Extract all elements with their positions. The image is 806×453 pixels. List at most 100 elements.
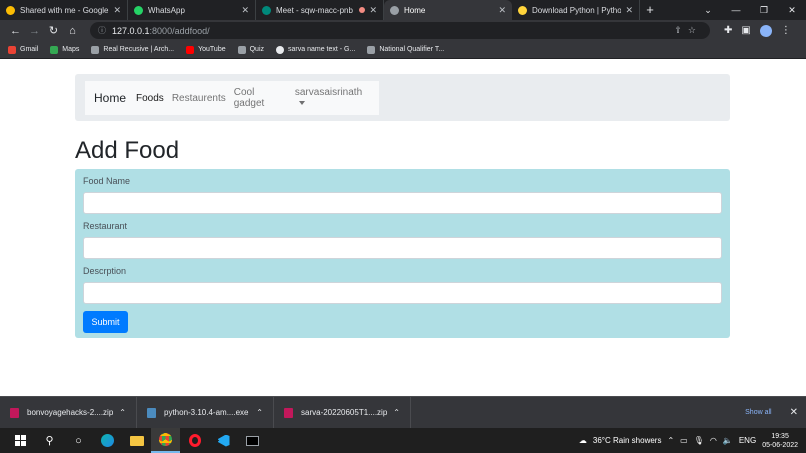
close-tab-icon[interactable]: ✕ [625,5,633,16]
profile-avatar[interactable] [759,24,772,37]
browser-tab-active[interactable]: Home ✕ [384,0,512,20]
zip-file-icon [284,407,293,418]
home-icon[interactable]: ⌂ [63,25,82,37]
weather-text[interactable]: 36°C Rain showers [593,436,662,445]
menu-icon[interactable]: ⋮ [781,25,791,36]
tab-search-icon[interactable]: ⌄ [694,0,722,20]
bookmark-quiz[interactable]: Quiz [237,45,264,54]
nav-dropdown-user[interactable]: sarvasaisrinath [295,87,371,109]
download-filename: python-3.10.4-am....exe [164,408,249,417]
microphone-icon[interactable]: 🎙 [694,436,704,445]
browser-tab[interactable]: Shared with me - Google Dri ✕ [0,0,128,20]
url-path: :8000/addfood/ [149,25,210,36]
chevron-up-icon[interactable]: ⌃ [119,408,126,417]
tab-title: Download Python | Python.o [532,5,622,15]
address-bar[interactable]: ⓘ 127.0.0.1:8000/addfood/ ⇪☆ [90,22,710,39]
new-tab-button[interactable]: + [640,0,660,20]
windows-logo-icon [15,435,26,446]
chevron-up-icon[interactable]: ⌃ [393,408,400,417]
tab-title: Shared with me - Google Dri [20,5,109,15]
bookmark-youtube[interactable]: YouTube [186,45,226,54]
download-filename: bonvoyagehacks-2....zip [27,408,114,417]
chrome-icon[interactable] [151,428,180,453]
bookmark-maps[interactable]: Maps [50,45,80,54]
windows-taskbar: ⚲ ○ ☁ 36°C Rain showers ⌃ ▭ 🎙 ◠ 🔈 ENG 19… [0,428,806,453]
start-button[interactable] [6,428,35,453]
download-item[interactable]: python-3.10.4-am....exe ⌃ [137,396,274,429]
close-tab-icon[interactable]: ✕ [241,5,249,16]
dropdown-label: sarvasaisrinath [294,87,363,98]
show-all-downloads-button[interactable]: Show all [745,409,771,416]
bookmark-label: Maps [62,46,80,53]
info-icon[interactable]: ⓘ [98,25,106,36]
tab-title: WhatsApp [148,5,185,15]
bookmark-national[interactable]: National Qualifier T... [367,45,444,54]
opera-icon[interactable] [180,428,209,453]
forward-icon[interactable]: → [25,25,44,37]
browser-tab[interactable]: WhatsApp ✕ [128,0,256,20]
close-window-icon[interactable]: ✕ [778,0,806,20]
installer-file-icon [147,407,156,418]
submit-button[interactable]: Submit [83,311,128,333]
maps-icon [50,45,59,54]
caret-down-icon [298,101,305,106]
tab-title: Home [404,5,426,15]
search-icon[interactable]: ⚲ [35,428,64,453]
language-indicator[interactable]: ENG [739,436,756,445]
close-tab-icon[interactable]: ✕ [369,5,377,16]
navbar: Home Foods Restaurents Cool gadget sarva… [85,81,379,115]
task-view-icon[interactable]: ○ [64,428,93,453]
speaker-icon[interactable]: 🔈 [723,436,733,445]
description-label: Descrption [83,266,127,276]
sidebar-icon[interactable]: ▣ [741,25,750,36]
bookmark-google[interactable]: sarva name text - G... [276,45,355,54]
close-tab-icon[interactable]: ✕ [498,5,506,16]
terminal-icon[interactable] [238,428,267,453]
system-tray: ☁ 36°C Rain showers ⌃ ▭ 🎙 ◠ 🔈 ENG 19:35 … [579,432,806,450]
bookmarks-bar: Gmail Maps Real Recusive | Arch... YouTu… [0,41,806,59]
bookmark-arch[interactable]: Real Recusive | Arch... [91,45,174,54]
add-food-form: Food Name Restaurant Descrption Submit [75,169,730,338]
clock-date: 05-06-2022 [762,441,798,449]
browser-toolbar: ← → ↻ ⌂ ⓘ 127.0.0.1:8000/addfood/ ⇪☆ ✚ ▣… [0,20,806,41]
zip-file-icon [10,407,19,418]
minimize-icon[interactable]: — [722,0,750,20]
nav-link-restaurents[interactable]: Restaurents [172,93,226,104]
globe-icon [390,5,399,15]
chevron-up-icon[interactable]: ⌃ [667,436,674,445]
close-downloads-icon[interactable]: ✕ [790,407,798,418]
reload-icon[interactable]: ↻ [44,24,63,37]
bookmark-gmail[interactable]: Gmail [8,45,38,54]
clock[interactable]: 19:35 05-06-2022 [762,432,798,450]
wifi-icon[interactable]: ◠ [710,436,717,445]
description-input[interactable] [83,282,722,304]
chevron-up-icon[interactable]: ⌃ [256,408,263,417]
download-filename: sarva-20220605T1....zip [301,408,388,417]
edge-icon[interactable] [93,428,122,453]
nav-link-cool-gadget[interactable]: Cool gadget [234,87,287,109]
food-name-input[interactable] [83,192,722,214]
tab-title: Meet - sqw-macc-pnb [276,5,353,15]
browser-tab[interactable]: Meet - sqw-macc-pnb ✕ [256,0,384,20]
restore-icon[interactable]: ❐ [750,0,778,20]
back-icon[interactable]: ← [6,25,25,37]
clock-time: 19:35 [771,432,789,440]
vscode-icon[interactable] [209,428,238,453]
close-tab-icon[interactable]: ✕ [113,5,121,16]
navbar-brand[interactable]: Home [94,91,126,105]
restaurant-input[interactable] [83,237,722,259]
extensions-icon[interactable]: ✚ [724,25,732,36]
web-page: Home Foods Restaurents Cool gadget sarva… [0,60,806,396]
file-explorer-icon[interactable] [122,428,151,453]
browser-tab[interactable]: Download Python | Python.o ✕ [512,0,640,20]
google-meet-icon [262,5,271,15]
battery-icon[interactable]: ▭ [680,436,688,445]
download-item[interactable]: bonvoyagehacks-2....zip ⌃ [0,396,137,429]
google-drive-icon [6,5,15,15]
youtube-icon [186,45,195,54]
navbar-container: Home Foods Restaurents Cool gadget sarva… [75,74,730,121]
download-item[interactable]: sarva-20220605T1....zip ⌃ [274,396,411,429]
recording-icon [359,7,366,13]
nav-link-foods[interactable]: Foods [136,93,164,104]
share-bookmark-icons[interactable]: ⇪☆ [674,25,702,36]
